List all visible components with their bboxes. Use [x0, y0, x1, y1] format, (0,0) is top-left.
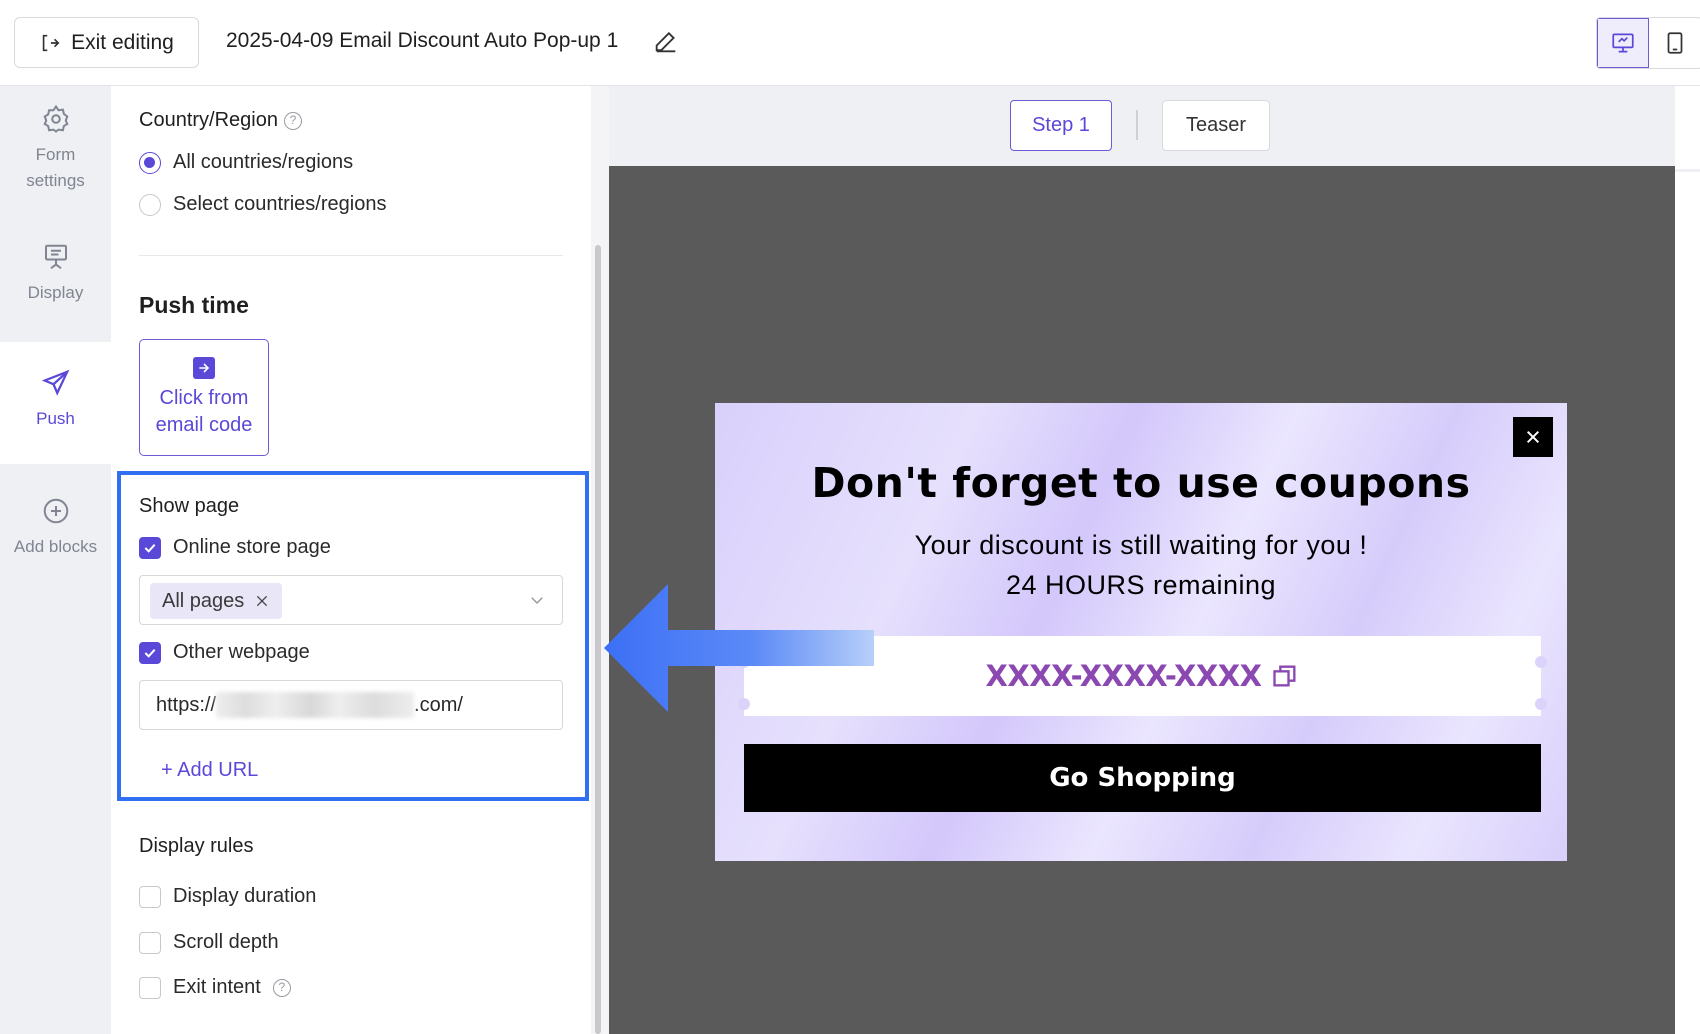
popup-subtitle-1: Your discount is still waiting for you ! — [914, 530, 1368, 560]
step-separator — [1136, 110, 1138, 140]
pages-tag: All pages — [150, 583, 283, 619]
close-icon — [1526, 430, 1540, 444]
push-time-title: Push time — [139, 292, 249, 318]
pages-select[interactable]: All pages — [139, 575, 563, 625]
checkbox[interactable] — [139, 885, 161, 908]
section-divider — [139, 255, 563, 256]
checkbox-checked[interactable] — [139, 536, 161, 559]
url-prefix: https:// — [156, 693, 217, 716]
add-url-link[interactable]: + Add URL — [161, 759, 258, 782]
desktop-view-button[interactable] — [1597, 18, 1650, 68]
device-toggle — [1596, 17, 1700, 69]
nav-push[interactable]: Push — [0, 342, 111, 464]
send-icon — [41, 369, 69, 396]
chevron-down-icon[interactable] — [528, 591, 546, 609]
desktop-icon — [1612, 33, 1634, 53]
tab-step-1[interactable]: Step 1 — [1010, 100, 1112, 151]
mobile-view-button[interactable] — [1649, 18, 1700, 68]
nav-display-label: Display — [27, 283, 84, 302]
scroll-depth-label: Scroll depth — [173, 931, 279, 953]
display-duration-label: Display duration — [173, 885, 317, 907]
exit-icon — [42, 34, 60, 51]
checkmark-icon — [144, 648, 156, 658]
redacted-domain — [216, 692, 415, 718]
country-region-label: Country/Region — [139, 109, 278, 131]
display-icon — [44, 244, 67, 270]
url-input[interactable]: https:// .com/ — [139, 680, 563, 730]
document-title: 2025-04-09 Email Discount Auto Pop-up 1 — [226, 29, 619, 52]
copy-icon[interactable] — [1271, 662, 1299, 690]
checkbox[interactable] — [139, 976, 161, 999]
radio-button[interactable] — [139, 193, 161, 216]
top-bar: Exit editing 2025-04-09 Email Discount A… — [0, 0, 1700, 86]
radio-select-countries-label: Select countries/regions — [173, 193, 387, 215]
push-option-email-code[interactable]: Click from email code — [139, 339, 269, 456]
show-page-label: Show page — [139, 495, 240, 517]
right-edge-strip — [1675, 86, 1700, 1034]
go-shopping-button[interactable]: Go Shopping — [744, 744, 1541, 812]
display-duration-checkbox-row[interactable]: Display duration — [139, 885, 316, 908]
pages-tag-label: All pages — [162, 589, 245, 612]
plus-circle-icon — [43, 498, 68, 524]
checkbox[interactable] — [139, 931, 161, 954]
help-icon[interactable]: ? — [272, 978, 291, 997]
nav-add-blocks-label: Add blocks — [13, 537, 98, 556]
step-bar — [609, 86, 1675, 166]
exit-editing-button[interactable]: Exit editing — [14, 17, 199, 68]
tab-teaser[interactable]: Teaser — [1162, 100, 1270, 151]
exit-editing-label: Exit editing — [71, 30, 174, 54]
radio-all-countries[interactable]: All countries/regions — [139, 151, 353, 174]
popup-close-button[interactable] — [1513, 417, 1553, 457]
nav-push-label: Push — [36, 409, 75, 428]
left-nav: Form settings Display Push Add blocks — [0, 86, 111, 1034]
popup-title: Don't forget to use coupons — [811, 459, 1471, 507]
scroll-depth-checkbox-row[interactable]: Scroll depth — [139, 931, 279, 954]
edit-pencil-icon[interactable] — [652, 28, 680, 56]
mobile-icon — [1667, 32, 1683, 54]
push-option-label: Click from email code — [155, 386, 253, 436]
url-suffix: .com/ — [414, 693, 463, 716]
gear-icon — [42, 104, 69, 133]
exit-intent-label: Exit intent — [173, 976, 261, 998]
tag-remove-icon[interactable] — [254, 593, 270, 609]
nav-form-settings[interactable]: Form settings — [0, 104, 111, 193]
help-icon[interactable]: ? — [283, 112, 302, 130]
exit-intent-checkbox-row[interactable]: Exit intent ? — [139, 976, 291, 999]
annotation-arrow — [604, 584, 874, 712]
online-store-checkbox-row[interactable]: Online store page — [139, 536, 331, 559]
radio-all-countries-label: All countries/regions — [173, 151, 354, 173]
nav-form-settings-label: Form settings — [26, 145, 85, 190]
display-rules-label: Display rules — [139, 835, 254, 857]
radio-button-selected[interactable] — [139, 151, 161, 174]
country-region-heading: Country/Region? — [139, 109, 302, 132]
other-webpage-label: Other webpage — [173, 641, 310, 663]
radio-select-countries[interactable]: Select countries/regions — [139, 193, 386, 216]
nav-add-blocks[interactable]: Add blocks — [0, 496, 111, 560]
nav-display[interactable]: Display — [0, 242, 111, 306]
checkbox-checked[interactable] — [139, 641, 161, 664]
other-webpage-checkbox-row[interactable]: Other webpage — [139, 641, 310, 664]
coupon-code: XXXX-XXXX-XXXX — [985, 659, 1262, 693]
scrollbar-thumb[interactable] — [595, 245, 601, 1034]
enter-icon — [193, 356, 215, 379]
checkmark-icon — [144, 543, 156, 553]
online-store-label: Online store page — [173, 536, 331, 558]
show-page-highlight-box — [117, 471, 589, 801]
